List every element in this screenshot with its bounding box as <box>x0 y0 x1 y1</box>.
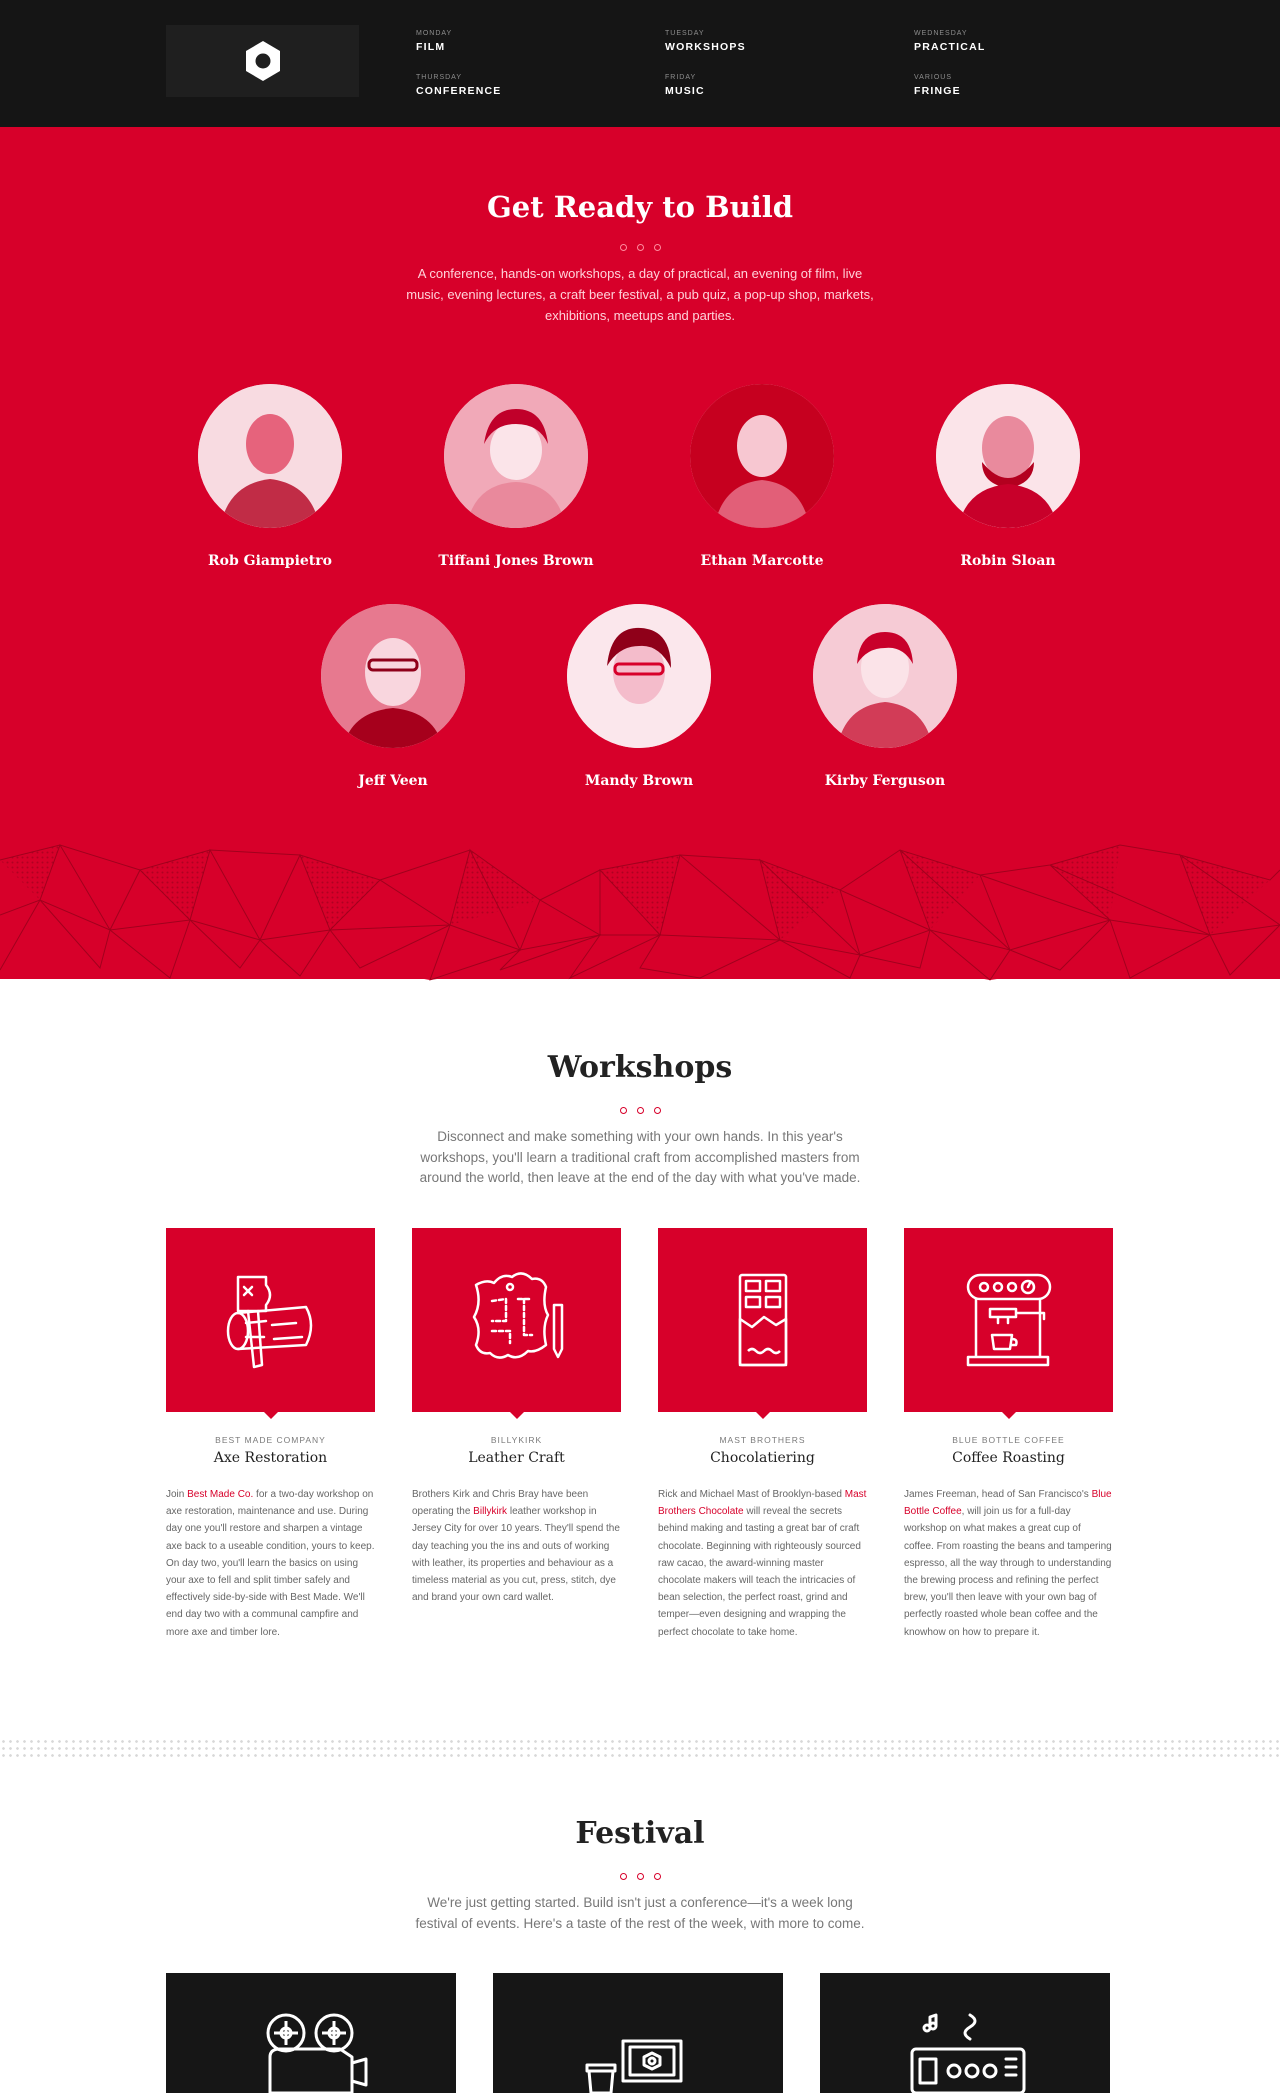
nav-item-conference[interactable]: THURSDAY CONFERENCE <box>416 73 665 99</box>
workshop-name: Chocolatiering <box>710 1450 815 1466</box>
nav-label: FRINGE <box>914 85 961 97</box>
best-made-link[interactable]: Best Made Co. <box>187 1489 253 1500</box>
speaker-card[interactable]: Rob Giampietro <box>175 384 365 569</box>
workshop-description: Join Best Made Co. for a two-day worksho… <box>166 1489 375 1638</box>
speaker-card[interactable]: Mandy Brown <box>544 604 734 789</box>
workshop-tile <box>904 1228 1113 1419</box>
speaker-photo <box>936 384 1080 528</box>
speaker-photo <box>567 604 711 748</box>
top-navigation-bar: MONDAY FILM TUESDAY WORKSHOPS WEDNESDAY … <box>0 0 1280 127</box>
festival-card-film[interactable] <box>166 1973 456 2093</box>
workshop-card-chocolate[interactable]: MAST BROTHERS Chocolatiering Rick and Mi… <box>658 1228 867 1641</box>
speaker-card[interactable]: Ethan Marcotte <box>667 384 857 569</box>
speaker-photo <box>198 384 342 528</box>
speaker-card[interactable]: Tiffani Jones Brown <box>421 384 611 569</box>
speaker-name: Robin Sloan <box>960 553 1056 569</box>
nav-item-practical[interactable]: WEDNESDAY PRACTICAL <box>914 29 1163 73</box>
speaker-photo <box>813 604 957 748</box>
speaker-card[interactable]: Jeff Veen <box>298 604 488 789</box>
workshop-card-coffee[interactable]: BLUE BOTTLE COFFEE Coffee Roasting James… <box>904 1228 1113 1641</box>
workshop-name: Axe Restoration <box>213 1450 328 1466</box>
hero-dots-divider <box>0 238 1280 256</box>
nav-item-fringe[interactable]: VARIOUS FRINGE <box>914 73 1163 99</box>
nav-label: PRACTICAL <box>914 41 986 53</box>
festival-card-laptop[interactable] <box>493 1973 783 2093</box>
festival-title: Festival <box>575 1816 705 1851</box>
nav-label: WORKSHOPS <box>665 41 746 53</box>
film-projector-icon <box>266 2013 368 2093</box>
workshop-tile <box>658 1228 867 1419</box>
workshops-description: Disconnect and make something with your … <box>419 1129 861 1185</box>
nav-day: THURSDAY <box>416 74 462 81</box>
speaker-name: Jeff Veen <box>358 773 428 789</box>
nav-day: FRIDAY <box>665 74 697 81</box>
nav-label: FILM <box>416 41 446 53</box>
speaker-name: Ethan Marcotte <box>700 553 824 569</box>
billykirk-link[interactable]: Billykirk <box>473 1506 507 1517</box>
nav-day: MONDAY <box>416 30 453 37</box>
hexagon-logo-icon <box>245 41 280 81</box>
build-logo[interactable] <box>166 25 359 97</box>
radio-music-icon <box>910 2013 1026 2093</box>
workshop-company: BLUE BOTTLE COFFEE <box>952 1435 1065 1445</box>
speaker-name: Rob Giampietro <box>208 553 332 569</box>
event-days-nav: MONDAY FILM TUESDAY WORKSHOPS WEDNESDAY … <box>416 29 1196 99</box>
workshop-card-leather[interactable]: BILLYKIRK Leather Craft Brothers Kirk an… <box>412 1228 621 1606</box>
dotted-divider <box>0 1738 1280 1758</box>
nav-day: TUESDAY <box>665 30 705 37</box>
speaker-name: Mandy Brown <box>584 773 694 789</box>
nav-label: CONFERENCE <box>416 85 502 97</box>
speaker-card[interactable]: Kirby Ferguson <box>790 604 980 789</box>
speaker-photo <box>690 384 834 528</box>
geometric-pattern-band <box>0 840 1280 981</box>
espresso-machine-icon <box>966 1273 1051 1367</box>
workshop-tile <box>412 1228 621 1419</box>
workshop-description: Rick and Michael Mast of Brooklyn-based … <box>658 1489 867 1638</box>
nav-item-film[interactable]: MONDAY FILM <box>416 29 665 73</box>
festival-description: We're just getting started. Build isn't … <box>415 1895 865 1931</box>
workshop-tile <box>166 1228 375 1419</box>
axe-log-icon <box>226 1275 312 1369</box>
workshop-name: Coffee Roasting <box>952 1450 1065 1466</box>
speaker-card[interactable]: Robin Sloan <box>913 384 1103 569</box>
workshops-dots-divider <box>0 1101 1280 1119</box>
speaker-photo <box>444 384 588 528</box>
workshop-company: BEST MADE COMPANY <box>215 1435 326 1445</box>
festival-card-music[interactable] <box>820 1973 1110 2093</box>
hero-description: A conference, hands-on workshops, a day … <box>406 266 874 323</box>
nav-label: MUSIC <box>665 85 705 97</box>
workshop-company: BILLYKIRK <box>490 1435 543 1445</box>
workshop-description: Brothers Kirk and Chris Bray have been o… <box>412 1489 620 1604</box>
workshops-title: Workshops <box>547 1050 733 1085</box>
nav-day: VARIOUS <box>914 74 952 81</box>
speaker-photo <box>321 604 465 748</box>
leather-hide-icon <box>472 1272 563 1359</box>
chocolate-bar-icon <box>738 1273 787 1367</box>
hero-title: Get Ready to Build <box>486 190 793 224</box>
speaker-name: Tiffani Jones Brown <box>438 553 594 569</box>
nav-item-music[interactable]: FRIDAY MUSIC <box>665 73 914 99</box>
nav-day: WEDNESDAY <box>914 30 968 37</box>
speaker-name: Kirby Ferguson <box>824 773 946 789</box>
nav-item-workshops[interactable]: TUESDAY WORKSHOPS <box>665 29 914 73</box>
workshop-name: Leather Craft <box>468 1450 565 1466</box>
laptop-coffee-icon <box>585 2039 683 2093</box>
festival-dots-divider <box>0 1867 1280 1885</box>
workshop-description: James Freeman, head of San Francisco's B… <box>904 1489 1112 1638</box>
workshop-company: MAST BROTHERS <box>719 1435 806 1445</box>
workshop-card-axe[interactable]: BEST MADE COMPANY Axe Restoration Join B… <box>166 1228 375 1641</box>
